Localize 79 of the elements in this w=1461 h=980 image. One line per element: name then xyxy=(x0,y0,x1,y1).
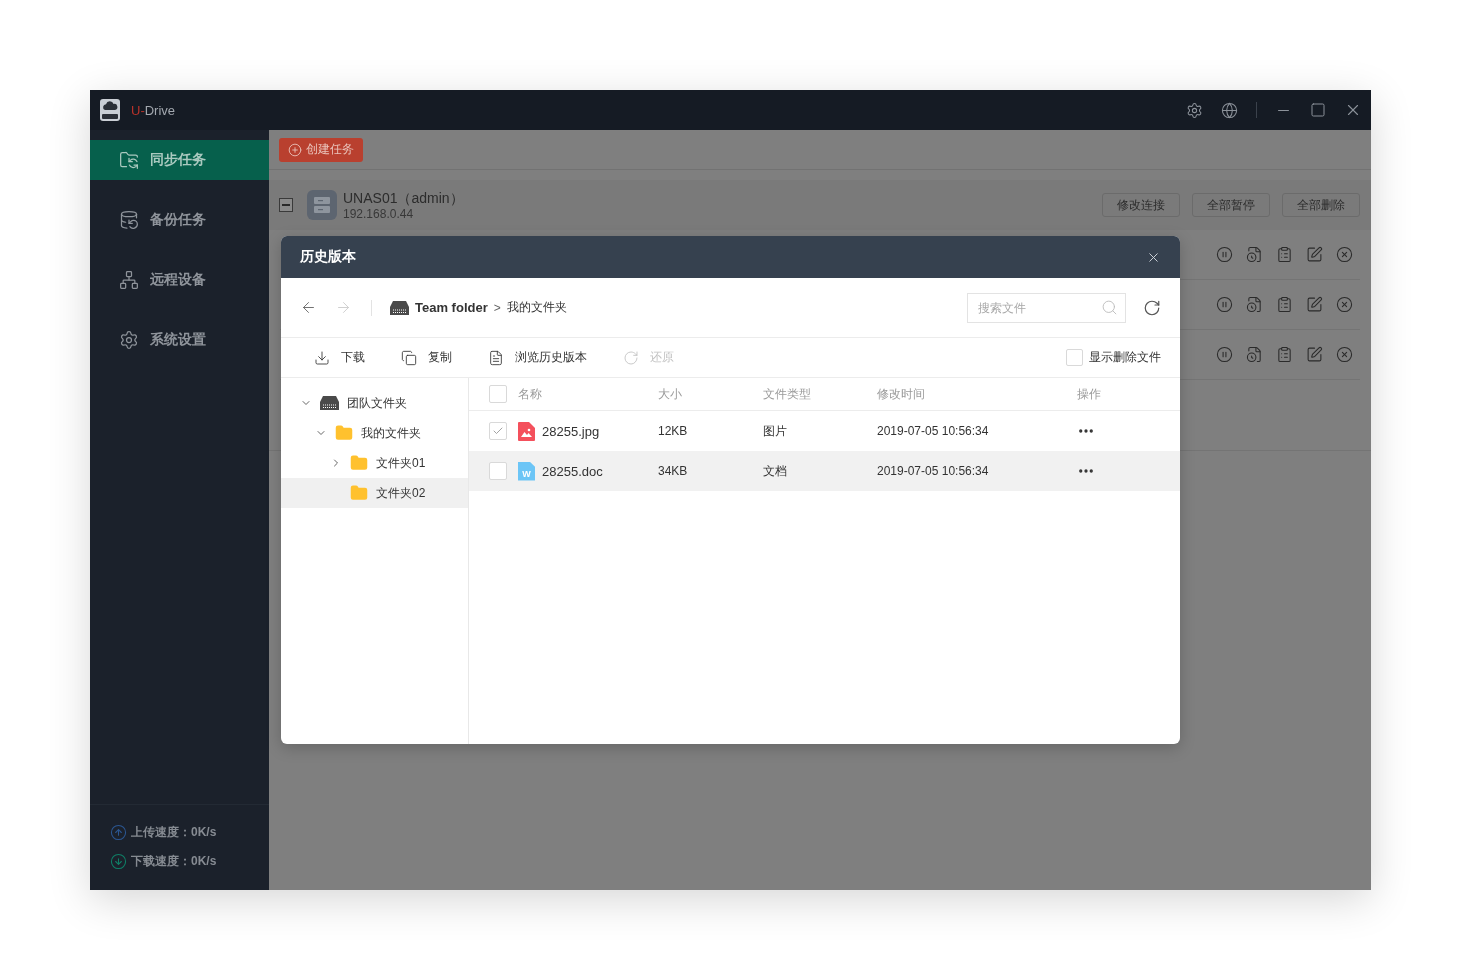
toolbar-action[interactable]: 浏览历史版本 xyxy=(488,349,587,366)
file-clock-icon[interactable] xyxy=(1246,346,1263,363)
database-backup-icon xyxy=(119,210,139,230)
download-icon xyxy=(314,349,330,366)
tree-item[interactable]: 团队文件夹 xyxy=(281,388,468,418)
sidebar-item[interactable]: 备份任务 xyxy=(90,200,269,240)
column-header: 大小 xyxy=(658,385,682,403)
rotate-icon xyxy=(623,349,639,366)
document-icon: W xyxy=(518,461,535,481)
breadcrumb-link[interactable]: Team folder xyxy=(390,300,488,315)
document-icon xyxy=(488,349,504,366)
check-icon xyxy=(492,425,504,437)
speed-text: 下载速度：0K/s xyxy=(131,852,217,870)
table-cell: 2019-07-05 10:56:34 xyxy=(877,424,989,438)
column-header: 文件类型 xyxy=(763,385,811,403)
toolbar-action[interactable]: 下载 xyxy=(314,349,365,366)
tree-item[interactable]: 我的文件夹 xyxy=(281,418,468,448)
device-name: UNAS01（admin） xyxy=(343,189,464,207)
table-cell: 图片 xyxy=(763,422,787,440)
sidebar-item[interactable]: 系统设置 xyxy=(90,320,269,360)
settings-icon xyxy=(119,330,139,350)
table-cell: 文档 xyxy=(763,462,787,480)
app-name: U-Drive xyxy=(131,102,176,118)
arrow-down-circle-icon xyxy=(110,852,127,870)
table-cell: 34KB xyxy=(658,464,688,478)
device-address: 192.168.0.44 xyxy=(343,207,415,221)
network-icon xyxy=(119,270,139,290)
logo-icon xyxy=(100,99,120,121)
clipboard-icon[interactable] xyxy=(1276,296,1293,313)
edit-icon[interactable] xyxy=(1306,246,1323,263)
folder-sync-icon xyxy=(119,150,139,170)
file-clock-icon[interactable] xyxy=(1246,296,1263,313)
column-header: 操作 xyxy=(1077,385,1101,403)
folder-icon xyxy=(335,424,353,442)
settings-icon[interactable] xyxy=(1186,101,1203,119)
globe-icon[interactable] xyxy=(1221,101,1238,119)
file-clock-icon[interactable] xyxy=(1246,246,1263,263)
search-field[interactable]: 搜索文件 xyxy=(967,292,1126,323)
refresh-icon[interactable] xyxy=(1143,298,1161,317)
edit-icon[interactable] xyxy=(1306,346,1323,363)
tree-item[interactable]: 文件夹02 xyxy=(281,478,468,508)
drive-icon xyxy=(390,300,409,315)
close-circle-icon[interactable] xyxy=(1336,296,1353,313)
file-name: 28255.doc xyxy=(542,463,603,479)
checkbox-label: 显示删除文件 xyxy=(1089,349,1161,366)
drive-icon xyxy=(320,396,339,410)
toolbar-action[interactable]: 复制 xyxy=(401,349,452,366)
folder-icon xyxy=(350,454,368,472)
edit-icon[interactable] xyxy=(1306,296,1323,313)
clipboard-icon[interactable] xyxy=(1276,246,1293,263)
table-cell: 12KB xyxy=(658,424,688,438)
plus-circle-icon xyxy=(288,142,302,157)
pause-icon[interactable] xyxy=(1216,346,1233,363)
arrow-up-circle-icon xyxy=(110,823,127,841)
maximize-icon[interactable] xyxy=(1310,102,1326,118)
close-circle-icon[interactable] xyxy=(1336,246,1353,263)
table-cell: 2019-07-05 10:56:34 xyxy=(877,464,989,478)
breadcrumb-separator: > xyxy=(493,300,501,315)
server-icon xyxy=(307,190,337,220)
speed-text: 上传速度：0K/s xyxy=(131,823,217,841)
pause-icon[interactable] xyxy=(1216,296,1233,313)
image-file-icon xyxy=(518,421,535,441)
pause-icon[interactable] xyxy=(1216,246,1233,263)
file-name: 28255.jpg xyxy=(542,423,600,439)
create-task-button[interactable]: 创建任务 xyxy=(279,137,363,162)
close-circle-icon[interactable] xyxy=(1336,346,1353,363)
sidebar-item[interactable]: 同步任务 xyxy=(90,140,269,180)
column-header: 名称 xyxy=(518,385,542,403)
column-header: 修改时间 xyxy=(877,385,925,403)
checkbox[interactable] xyxy=(279,198,293,212)
dialog-title: 历史版本 xyxy=(300,248,356,266)
sidebar-item[interactable]: 远程设备 xyxy=(90,260,269,300)
file-row[interactable]: W 28255.doc 34KB 文档 2019-07-05 10:56:34 xyxy=(469,451,1180,491)
copy-icon xyxy=(401,349,417,366)
search-icon xyxy=(1101,298,1118,316)
clipboard-icon[interactable] xyxy=(1276,346,1293,363)
folder-icon xyxy=(350,484,368,502)
tree-item[interactable]: 文件夹01 xyxy=(281,448,468,478)
breadcrumb-current[interactable]: 我的文件夹 xyxy=(506,299,567,316)
